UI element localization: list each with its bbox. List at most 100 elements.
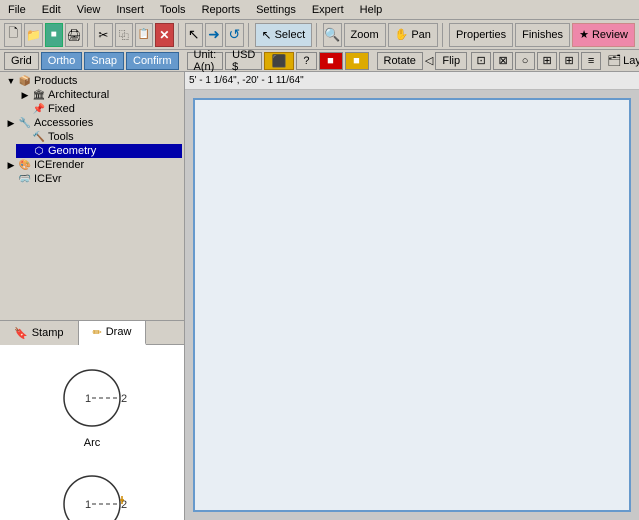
tools-icon: 🔨 (32, 132, 46, 143)
open-button[interactable]: 📁 (24, 23, 42, 47)
menu-settings[interactable]: Settings (252, 4, 300, 16)
highlight-btn1[interactable]: ■ (319, 52, 343, 70)
draw-tab-content: 1 2 Arc 1 2 (0, 345, 184, 520)
zoom-button[interactable]: Zoom (344, 23, 386, 47)
save-button[interactable]: ■ (45, 23, 63, 47)
svg-text:2: 2 (121, 393, 127, 405)
architectural-expander: ▶ (18, 90, 32, 101)
draw-icon: ✏ (93, 326, 102, 339)
menu-edit[interactable]: Edit (38, 4, 65, 16)
unit-display: Unit: A(n) (187, 52, 224, 70)
unit-label: Unit: A(n) (194, 49, 217, 73)
circle-tool[interactable]: 1 2 Circle (4, 455, 180, 520)
flip-icon: ◁ (425, 54, 433, 67)
properties-button[interactable]: Properties (449, 23, 513, 47)
currency-display: USD $ (225, 52, 262, 70)
num-display[interactable]: ⬛ (264, 52, 294, 70)
review-icon: ★ (579, 28, 589, 41)
pointer-button[interactable]: ↖ (185, 23, 203, 47)
zoom-in-button[interactable]: 🔍 (323, 23, 341, 47)
tree-item-tools[interactable]: ▶ 🔨 Tools (16, 130, 182, 144)
tab-draw[interactable]: ✏ Draw (79, 321, 147, 345)
main-content: ▼ 📦 Products ▶ 🏛 Architectural ▶ 📌 Fixed… (0, 72, 639, 520)
print-button[interactable]: 🖨 (65, 23, 83, 47)
left-panel: ▼ 📦 Products ▶ 🏛 Architectural ▶ 📌 Fixed… (0, 72, 185, 520)
geometry-icon: ⬡ (32, 146, 46, 157)
tree-item-products[interactable]: ▼ 📦 Products (2, 74, 182, 88)
layers-label: Layers (623, 55, 639, 67)
flip-sep: ◁ (425, 52, 433, 70)
new-button[interactable]: 🗋 (4, 23, 22, 47)
layers-area: 🗂 Layers (607, 54, 639, 67)
layers-icon: 🗂 (607, 54, 621, 67)
print-icon: 🖨 (66, 28, 81, 42)
highlight-icon1: ■ (327, 55, 334, 67)
finishes-button[interactable]: Finishes (515, 23, 570, 47)
tree-item-accessories[interactable]: ▶ 🔧 Accessories (2, 116, 182, 130)
select-button[interactable]: ↖ Select (255, 23, 313, 47)
menu-bar: File Edit View Insert Tools Reports Sett… (0, 0, 639, 20)
ortho-button[interactable]: Ortho (41, 52, 83, 70)
tree-item-icevr[interactable]: ▶ 🥽 ICEvr (2, 172, 182, 186)
rotate-button[interactable]: Rotate (377, 52, 423, 70)
confirm-button[interactable]: Confirm (126, 52, 179, 70)
extra-btn2[interactable]: ⊠ (493, 52, 513, 70)
copy-button[interactable]: ⿻ (115, 23, 133, 47)
extra-btn6[interactable]: ≡ (581, 52, 601, 70)
menu-help[interactable]: Help (356, 4, 387, 16)
sep5 (442, 23, 445, 47)
canvas-area: 5' - 1 1/64", -20' - 1 11/64" (185, 72, 639, 520)
help-button[interactable]: ? (296, 52, 316, 70)
review-button[interactable]: ★ Review (572, 23, 635, 47)
extra-btn4[interactable]: ⊞ (537, 52, 557, 70)
paste-button[interactable]: 📋 (135, 23, 153, 47)
pan-button[interactable]: ✋ Pan (388, 23, 438, 47)
highlight-icon2: ■ (353, 55, 360, 67)
menu-insert[interactable]: Insert (112, 4, 148, 16)
zoom-in-icon: 🔍 (324, 27, 340, 43)
snap-label: Snap (91, 55, 117, 67)
snap-button[interactable]: Snap (84, 52, 124, 70)
menu-tools[interactable]: Tools (156, 4, 190, 16)
sep4 (316, 23, 319, 47)
menu-file[interactable]: File (4, 4, 30, 16)
coord-display: 5' - 1 1/64", -20' - 1 11/64" (189, 75, 304, 86)
arc-tool[interactable]: 1 2 Arc (4, 349, 180, 455)
menu-expert[interactable]: Expert (308, 4, 348, 16)
flip-button[interactable]: Flip (435, 52, 467, 70)
arrow-button[interactable]: ➜ (205, 23, 223, 47)
extra-btn5[interactable]: ⊞ (559, 52, 579, 70)
stamp-icon: 🔖 (14, 327, 28, 340)
extra-btn1[interactable]: ⊡ (471, 52, 491, 70)
delete-button[interactable]: ✕ (155, 23, 173, 47)
extra-btns: ⊡ ⊠ ○ ⊞ ⊞ ≡ (471, 52, 601, 70)
extra-btn3[interactable]: ○ (515, 52, 535, 70)
tree-item-architectural[interactable]: ▶ 🏛 Architectural (16, 88, 182, 102)
extra-icon6: ≡ (588, 55, 594, 67)
review-label: Review (592, 29, 628, 41)
sep3 (248, 23, 251, 47)
highlight-btn2[interactable]: ■ (345, 52, 369, 70)
toolbar: 🗋 📁 ■ 🖨 ✂ ⿻ 📋 ✕ ↖ ➜ ↺ ↖ Select 🔍 Zoom ✋ (0, 20, 639, 50)
extra-icon1: ⊡ (477, 54, 486, 67)
refresh-button[interactable]: ↺ (225, 23, 243, 47)
extra-icon5: ⊞ (565, 54, 574, 67)
finishes-label: Finishes (522, 29, 563, 41)
drawing-canvas[interactable] (193, 98, 631, 512)
grid-button[interactable]: Grid (4, 52, 39, 70)
tree-item-fixed[interactable]: ▶ 📌 Fixed (16, 102, 182, 116)
tree-item-geometry[interactable]: ▶ ⬡ Geometry (16, 144, 182, 158)
tab-stamp[interactable]: 🔖 Stamp (0, 321, 79, 345)
products-icon: 📦 (18, 76, 32, 87)
arc-tool-icon: 1 2 (22, 355, 162, 435)
properties-label: Properties (456, 29, 506, 41)
cut-button[interactable]: ✂ (94, 23, 112, 47)
menu-view[interactable]: View (73, 4, 105, 16)
menu-reports[interactable]: Reports (198, 4, 245, 16)
extra-icon2: ⊠ (499, 54, 508, 67)
new-icon: 🗋 (8, 24, 18, 45)
tree-item-icerender[interactable]: ▶ 🎨 ICErender (2, 158, 182, 172)
paste-icon: 📋 (138, 29, 150, 40)
icevr-icon: 🥽 (18, 174, 32, 185)
fixed-icon: 📌 (32, 104, 46, 115)
